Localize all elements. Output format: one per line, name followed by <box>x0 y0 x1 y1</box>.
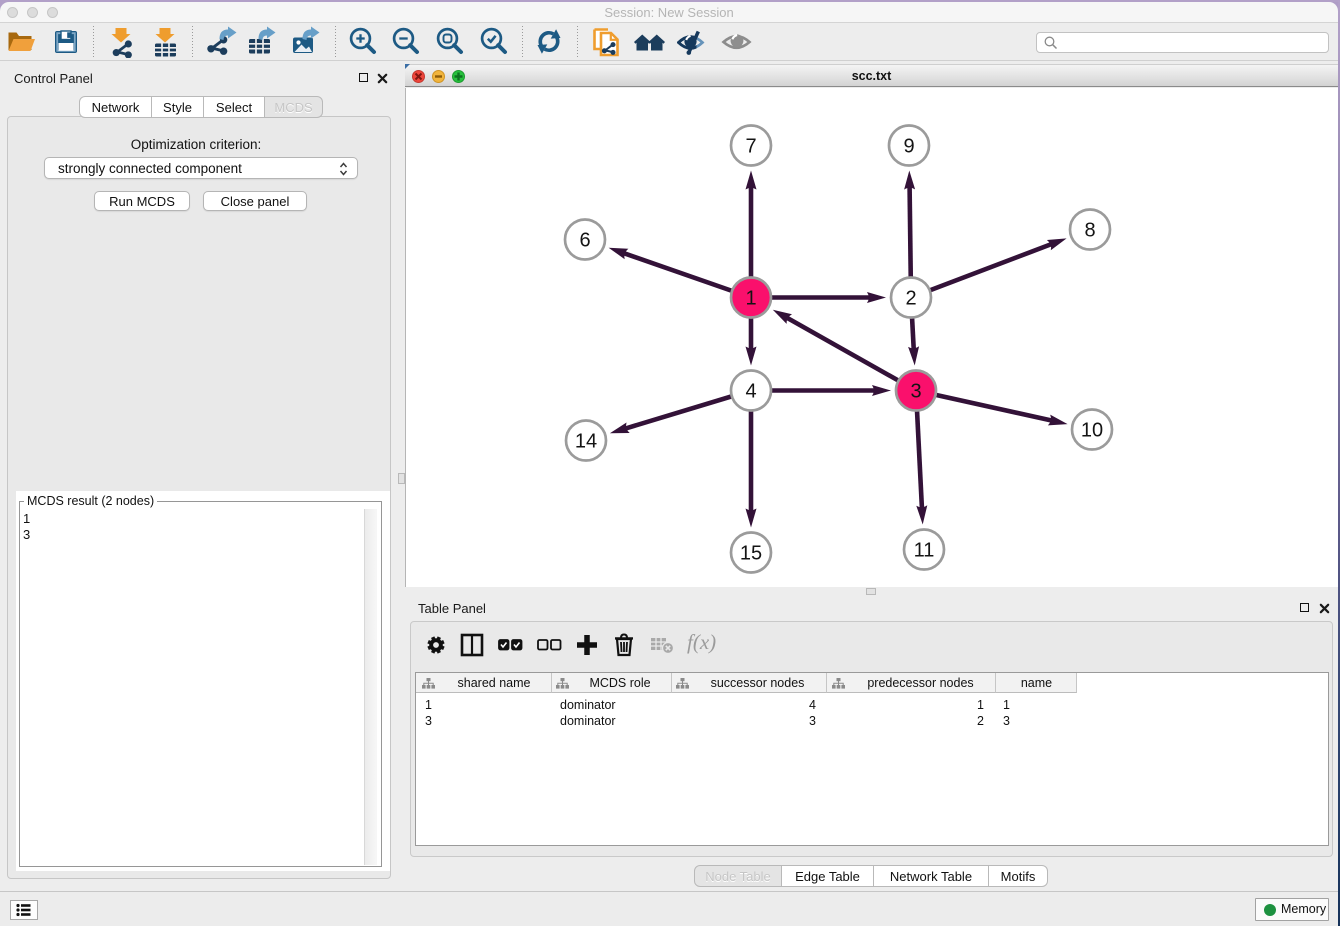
svg-text:15: 15 <box>740 543 762 565</box>
svg-text:8: 8 <box>1084 220 1095 242</box>
svg-text:10: 10 <box>1081 420 1103 442</box>
svg-text:11: 11 <box>914 540 935 562</box>
svg-text:14: 14 <box>575 431 597 453</box>
svg-text:1: 1 <box>745 288 756 310</box>
svg-text:7: 7 <box>745 136 756 158</box>
svg-text:4: 4 <box>745 381 756 403</box>
svg-text:9: 9 <box>903 136 914 158</box>
svg-text:3: 3 <box>910 381 921 403</box>
svg-text:6: 6 <box>579 230 590 252</box>
svg-text:2: 2 <box>905 288 916 310</box>
